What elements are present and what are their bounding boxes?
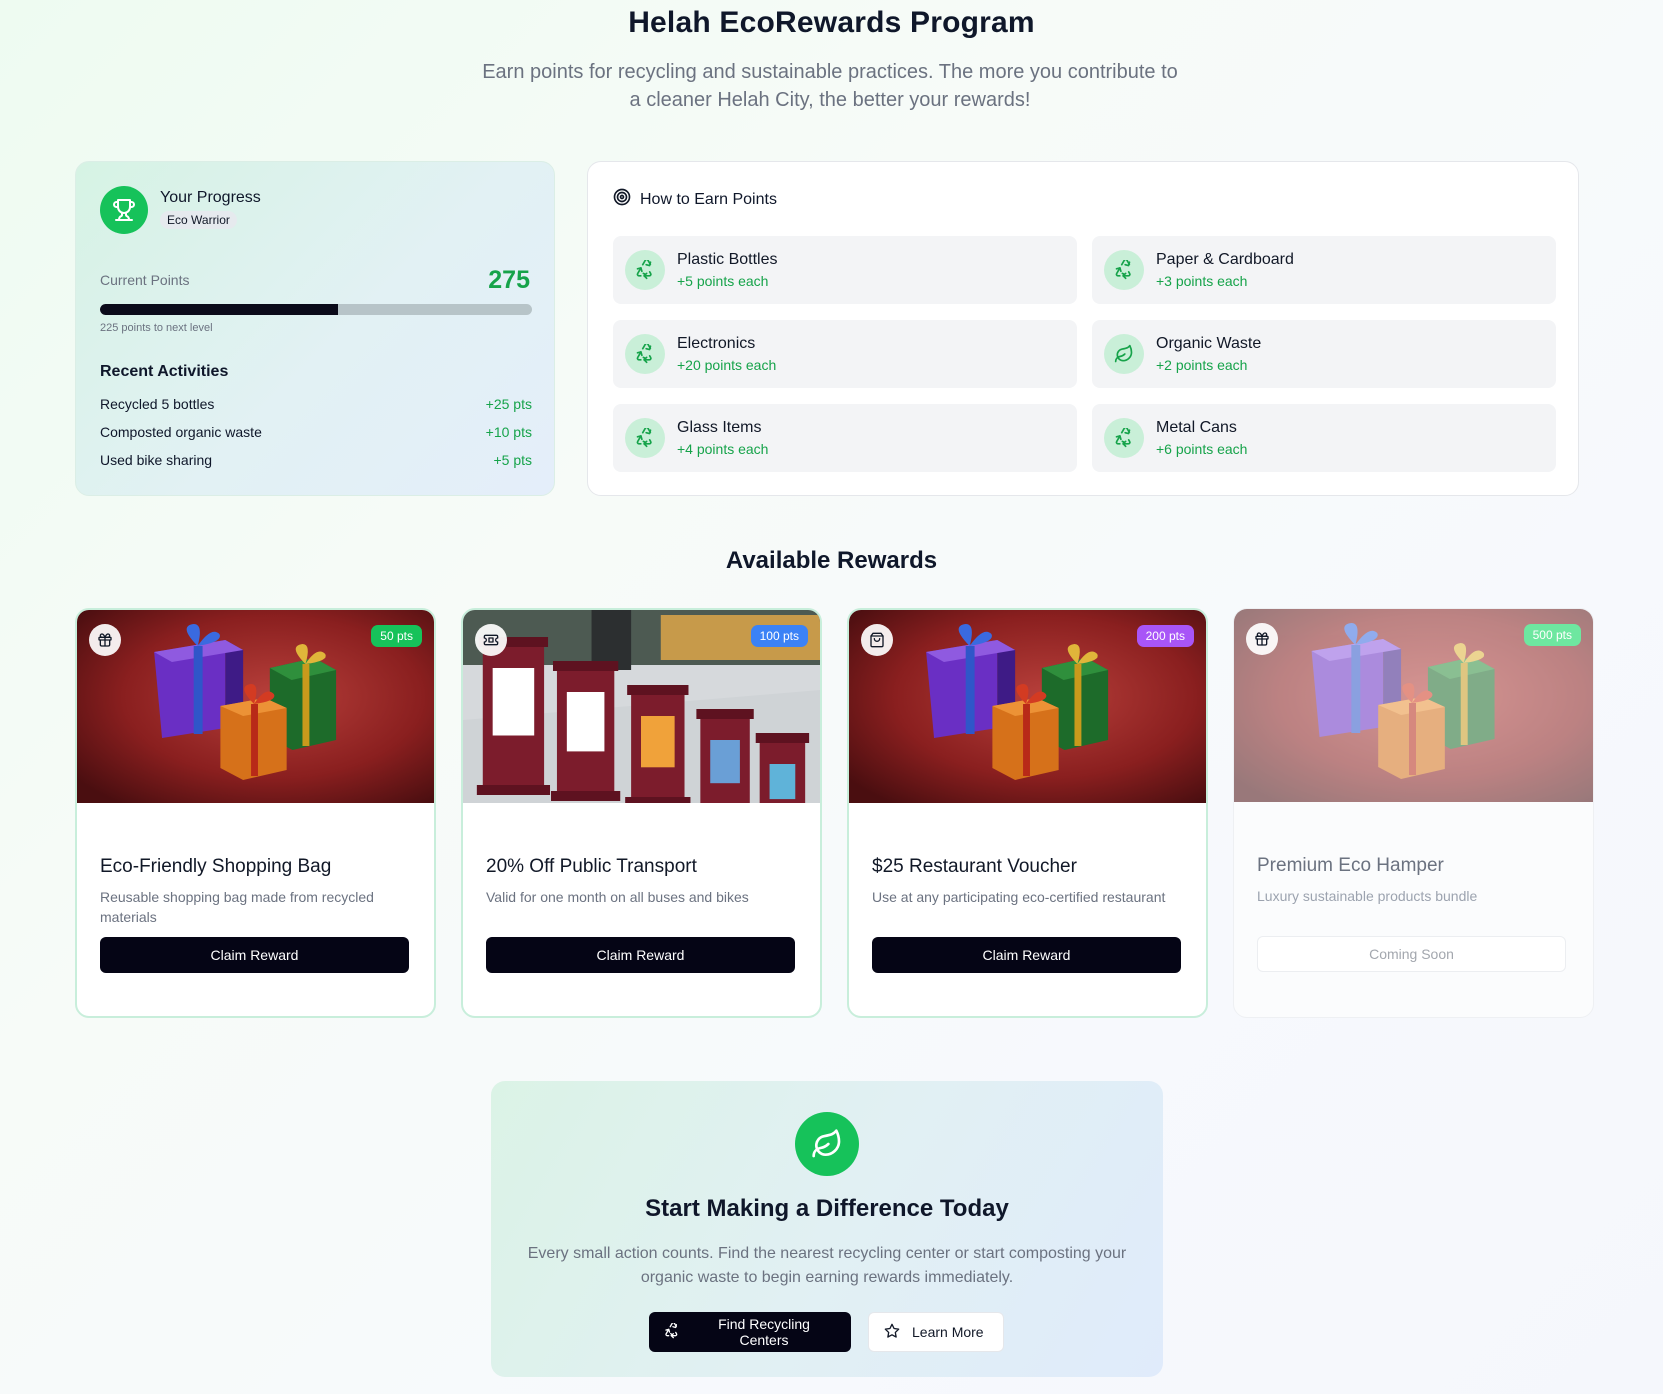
activity-list: Recycled 5 bottles +25 pts Composted org… xyxy=(100,396,532,480)
find-recycling-centers-label: Find Recycling Centers xyxy=(718,1316,810,1348)
earn-item-name: Metal Cans xyxy=(1156,419,1237,436)
learn-more-label: Learn More xyxy=(912,1324,984,1340)
earn-text: Metal Cans +6 points each xyxy=(1156,419,1247,457)
progress-bar xyxy=(100,304,532,315)
activity-row: Used bike sharing +5 pts xyxy=(100,452,532,480)
progress-title: Your Progress xyxy=(160,189,261,206)
rewards-title: Available Rewards xyxy=(725,547,938,574)
cta-text: Every small action counts. Find the near… xyxy=(527,1245,1127,1286)
learn-more-button[interactable]: Learn More xyxy=(868,1312,1004,1352)
trophy-icon xyxy=(100,186,148,234)
coming-soon-button: Coming Soon xyxy=(1257,936,1566,972)
earn-item: Organic Waste +2 points each xyxy=(1092,320,1556,388)
earn-title: How to Earn Points xyxy=(640,190,777,208)
activity-points: +10 pts xyxy=(485,424,532,440)
leaf-icon xyxy=(795,1112,859,1176)
claim-reward-button[interactable]: Claim Reward xyxy=(872,937,1181,973)
target-icon xyxy=(613,188,631,211)
current-points-label: Current Points xyxy=(100,272,190,288)
earn-text: Organic Waste +2 points each xyxy=(1156,335,1261,373)
find-recycling-centers-button[interactable]: Find Recycling Centers xyxy=(649,1312,851,1352)
reward-description: Valid for one month on all buses and bik… xyxy=(486,889,749,905)
points-badge: 50 pts xyxy=(371,625,422,647)
recycle-icon xyxy=(664,1321,680,1342)
claim-reward-button[interactable]: Claim Reward xyxy=(100,937,409,973)
progress-bar-fill xyxy=(100,304,338,315)
earn-item-name: Glass Items xyxy=(677,419,762,436)
earn-grid: Plastic Bottles +5 points each Paper & Car… xyxy=(613,236,1556,472)
points-badge: 100 pts xyxy=(750,625,808,647)
progress-card: Your Progress Eco Warrior Current Points… xyxy=(75,161,555,496)
earn-item: Paper & Cardboard +3 points each xyxy=(1092,236,1556,304)
gift-icon xyxy=(89,624,121,656)
recycle-icon xyxy=(1104,250,1144,290)
claim-reward-button[interactable]: Claim Reward xyxy=(486,937,795,973)
how-to-earn-card: How to Earn Points Plastic Bottles +5 poi… xyxy=(587,161,1579,496)
reward-name: $25 Restaurant Voucher xyxy=(872,856,1077,877)
earn-item-name: Paper & Cardboard xyxy=(1156,251,1294,268)
reward-description: Use at any participating eco-certified r… xyxy=(872,889,1166,905)
earn-item: Plastic Bottles +5 points each xyxy=(613,236,1077,304)
earn-item-points: +5 points each xyxy=(677,273,769,289)
reward-card: 100 pts 20% Off Public Transport Valid for… xyxy=(461,608,822,1018)
activity-label: Recycled 5 bottles xyxy=(100,396,215,412)
cta-title: Start Making a Difference Today xyxy=(645,1195,1009,1222)
reward-description: Luxury sustainable products bundle xyxy=(1257,888,1478,904)
recycle-icon xyxy=(625,418,665,458)
recycle-icon xyxy=(625,334,665,374)
earn-item-name: Plastic Bottles xyxy=(677,251,778,268)
page-subtitle: Earn points for recycling and sustainabl… xyxy=(482,61,1178,111)
earn-item-name: Electronics xyxy=(677,335,756,352)
earn-item-points: +3 points each xyxy=(1156,273,1248,289)
reward-name: 20% Off Public Transport xyxy=(486,856,697,877)
earn-item-points: +20 points each xyxy=(677,357,777,373)
activity-points: +25 pts xyxy=(485,396,532,412)
reward-description: Reusable shopping bag made from recycled… xyxy=(100,889,374,925)
activity-row: Composted organic waste +10 pts xyxy=(100,424,532,452)
earn-text: Glass Items +4 points each xyxy=(677,419,768,457)
activity-label: Composted organic waste xyxy=(100,424,262,440)
points-badge: 200 pts xyxy=(1136,625,1194,647)
earn-text: Electronics +20 points each xyxy=(677,335,776,373)
earn-item-points: +6 points each xyxy=(1156,441,1248,457)
level-badge: Eco Warrior xyxy=(160,211,237,229)
next-level-text: 225 points to next level xyxy=(100,322,213,334)
activity-row: Recycled 5 bottles +25 pts xyxy=(100,396,532,424)
earn-text: Paper & Cardboard +3 points each xyxy=(1156,251,1294,289)
gift-icon xyxy=(1246,623,1278,655)
current-points-value: 275 xyxy=(488,266,530,294)
activity-points: +5 pts xyxy=(493,452,532,468)
earn-header: How to Earn Points xyxy=(613,188,777,211)
points-badge: 500 pts xyxy=(1523,624,1581,646)
earn-item: Glass Items +4 points each xyxy=(613,404,1077,472)
earn-item-name: Organic Waste xyxy=(1156,335,1262,352)
star-icon xyxy=(884,1323,900,1342)
reward-card: 500 pts Premium Eco Hamper Luxury sustaina… xyxy=(1233,608,1594,1018)
reward-card: 50 pts Eco-Friendly Shopping Bag Reusable … xyxy=(75,608,436,1018)
reward-name: Premium Eco Hamper xyxy=(1257,855,1444,876)
reward-name: Eco-Friendly Shopping Bag xyxy=(100,856,332,877)
earn-item: Metal Cans +6 points each xyxy=(1092,404,1556,472)
shopping-bag-icon xyxy=(861,624,893,656)
earn-item-points: +2 points each xyxy=(1156,357,1248,373)
cta-panel: Start Making a Difference Today Every sm… xyxy=(491,1081,1163,1377)
recycle-icon xyxy=(1104,418,1144,458)
activity-label: Used bike sharing xyxy=(100,452,213,468)
reward-card: 200 pts $25 Restaurant Voucher Use at any … xyxy=(847,608,1208,1018)
recent-activities-title: Recent Activities xyxy=(100,363,229,380)
earn-item: Electronics +20 points each xyxy=(613,320,1077,388)
earn-item-points: +4 points each xyxy=(677,441,769,457)
page-title: Helah EcoRewards Program xyxy=(628,6,1035,39)
recycle-icon xyxy=(625,250,665,290)
ticket-icon xyxy=(475,624,507,656)
leaf-icon xyxy=(1104,334,1144,374)
earn-text: Plastic Bottles +5 points each xyxy=(677,251,777,289)
